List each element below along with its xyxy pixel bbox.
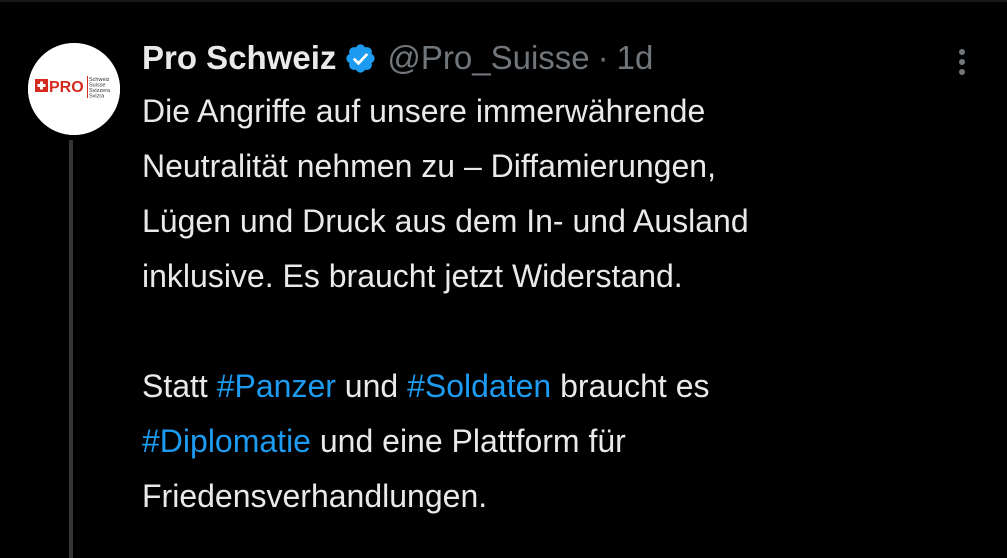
tweet-text: Die Angriffe auf unsere immerwährende Ne… (142, 84, 982, 524)
tweet-line: Neutralität nehmen zu – Diffamierungen, (142, 148, 716, 184)
more-options-button[interactable] (940, 40, 984, 84)
svg-text:Svizra: Svizra (89, 94, 105, 100)
top-divider (0, 0, 1007, 2)
text-segment: und eine Plattform für (310, 423, 626, 459)
separator: · (597, 39, 609, 76)
tweet-line: #Diplomatie und eine Plattform für (142, 414, 982, 469)
avatar[interactable]: PRO Schweiz Suisse Svizzera Svizra (28, 43, 120, 135)
tweet-line: Lügen und Druck aus dem In- und Ausland (142, 203, 749, 239)
verified-badge-icon (344, 42, 377, 75)
text-segment: braucht es (551, 368, 710, 404)
hashtag-diplomatie-link[interactable]: #Diplomatie (142, 423, 311, 459)
hashtag-panzer-link[interactable]: #Panzer (217, 368, 336, 404)
pro-schweiz-logo-icon: PRO Schweiz Suisse Svizzera Svizra (28, 43, 120, 135)
tweet-line: Die Angriffe auf unsere immerwährende (142, 93, 706, 129)
thread-line (69, 140, 73, 558)
tweet-line: Statt #Panzer und #Soldaten braucht es (142, 359, 982, 414)
logo-text: PRO (49, 79, 84, 96)
hashtag-soldaten-link[interactable]: #Soldaten (407, 368, 551, 404)
timestamp[interactable]: 1d (617, 39, 654, 77)
more-options-icon (959, 49, 965, 75)
tweet-header: Pro Schweiz @Pro_Suisse · 1d (142, 30, 653, 86)
tweet-line: Friedensverhandlungen. (142, 478, 488, 514)
text-segment: und (335, 368, 408, 404)
text-segment: Statt (142, 368, 217, 404)
handle[interactable]: @Pro_Suisse (387, 39, 589, 77)
display-name[interactable]: Pro Schweiz (142, 39, 336, 77)
tweet-line: inklusive. Es braucht jetzt Widerstand. (142, 258, 683, 294)
